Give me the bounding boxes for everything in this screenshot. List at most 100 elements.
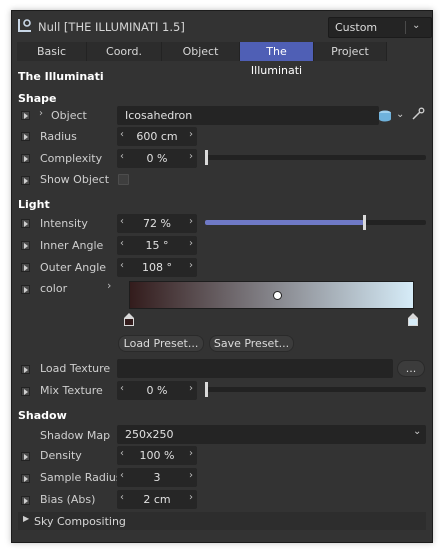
chevron-right-icon[interactable]: ›: [189, 448, 193, 459]
intensity-slider[interactable]: [205, 215, 426, 230]
slider-thumb[interactable]: [205, 150, 208, 165]
color-gradient[interactable]: [129, 281, 414, 309]
chevron-right-icon[interactable]: ›: [189, 383, 193, 394]
keyframe-icon[interactable]: [21, 285, 30, 294]
load-texture-label: Load Texture: [40, 362, 111, 375]
mix-texture-input[interactable]: ‹ 0 % ›: [117, 381, 197, 400]
sample-radius-input[interactable]: ‹ 3 ›: [117, 468, 197, 487]
bias-value: 2 cm: [143, 493, 171, 506]
chevron-right-icon[interactable]: ›: [189, 470, 193, 481]
keyframe-icon[interactable]: [21, 263, 30, 272]
density-label: Density: [40, 449, 82, 462]
keyframe-icon[interactable]: [21, 132, 30, 141]
radius-label: Radius: [40, 130, 77, 143]
inner-angle-input[interactable]: ‹ 15 ° ›: [117, 236, 197, 255]
tab-object[interactable]: Object: [162, 42, 240, 61]
slider-thumb[interactable]: [205, 382, 208, 397]
tab-project[interactable]: Project: [314, 42, 387, 61]
intensity-label: Intensity: [40, 217, 88, 230]
sky-compositing-group[interactable]: ▶ Sky Compositing: [18, 512, 426, 530]
picker-icon[interactable]: [411, 107, 425, 121]
chevron-right-icon[interactable]: ›: [189, 216, 193, 227]
inner-angle-value: 15 °: [145, 239, 169, 252]
gradient-start-knot[interactable]: [124, 313, 134, 326]
load-preset-button[interactable]: Load Preset...: [118, 335, 204, 352]
keyframe-icon[interactable]: [21, 154, 30, 163]
tab-bar: Basic Coord. Object The Illuminati Proje…: [17, 42, 387, 77]
complexity-input[interactable]: ‹ 0 % ›: [117, 149, 197, 168]
group-title: The Illuminati: [18, 70, 104, 83]
chevron-right-icon[interactable]: ›: [189, 492, 193, 503]
shadow-map-dropdown[interactable]: 250x250 ⌄: [117, 425, 426, 444]
sample-radius-label: Sample Radius: [40, 471, 122, 484]
keyframe-icon[interactable]: [21, 474, 30, 483]
show-object-label: Show Object: [40, 173, 110, 186]
slider-thumb[interactable]: [363, 215, 366, 230]
gradient-midpoint-handle[interactable]: [273, 291, 282, 300]
attribute-manager-panel: Null [THE ILLUMINATI 1.5] Custom ⌄ Basic…: [11, 10, 433, 543]
outer-angle-value: 108 °: [142, 261, 172, 274]
browse-button[interactable]: ...: [397, 360, 425, 377]
outer-angle-input[interactable]: ‹ 108 ° ›: [117, 258, 197, 277]
chevron-right-icon[interactable]: ›: [189, 129, 193, 140]
keyframe-icon[interactable]: [21, 176, 30, 185]
load-texture-field[interactable]: [117, 359, 393, 378]
tab-the-illuminati[interactable]: The Illuminati: [240, 42, 314, 77]
chevron-down-icon: ⌄: [413, 426, 422, 437]
shadow-heading: Shadow: [18, 409, 67, 422]
mix-texture-label: Mix Texture: [40, 384, 103, 397]
database-icon[interactable]: [378, 109, 392, 123]
intensity-input[interactable]: ‹ 72 % ›: [117, 214, 197, 233]
radius-input[interactable]: ‹ 600 cm ›: [117, 127, 197, 146]
triangle-right-icon: ▶: [23, 514, 30, 523]
null-object-icon: [18, 19, 31, 32]
slider-fill: [205, 220, 364, 225]
tab-coord[interactable]: Coord.: [87, 42, 162, 61]
chevron-right-icon[interactable]: ›: [107, 279, 111, 292]
chevron-right-icon[interactable]: ›: [189, 151, 193, 162]
keyframe-icon[interactable]: [21, 387, 30, 396]
chevron-right-icon[interactable]: ›: [189, 238, 193, 249]
keyframe-icon[interactable]: [21, 365, 30, 374]
preset-selected: Custom: [335, 21, 378, 34]
radius-value: 600 cm: [136, 130, 178, 143]
complexity-value: 0 %: [146, 152, 168, 165]
shape-heading: Shape: [18, 92, 57, 105]
shadow-map-label: Shadow Map: [40, 429, 111, 442]
sky-compositing-label: Sky Compositing: [34, 515, 126, 528]
outer-angle-label: Outer Angle: [40, 261, 107, 274]
density-value: 100 %: [139, 449, 175, 462]
density-input[interactable]: ‹ 100 % ›: [117, 446, 197, 465]
color-label: color: [40, 282, 68, 295]
keyframe-icon[interactable]: [21, 111, 30, 120]
light-heading: Light: [18, 198, 50, 211]
keyframe-icon[interactable]: [21, 241, 30, 250]
mix-texture-value: 0 %: [146, 384, 168, 397]
bias-label: Bias (Abs): [40, 493, 96, 506]
chevron-right-icon[interactable]: ›: [189, 260, 193, 271]
mix-texture-slider[interactable]: [205, 382, 426, 397]
intensity-value: 72 %: [143, 217, 171, 230]
bias-input[interactable]: ‹ 2 cm ›: [117, 490, 197, 509]
window-title: Null [THE ILLUMINATI 1.5]: [38, 20, 185, 34]
save-preset-button[interactable]: Save Preset...: [209, 335, 294, 352]
shadow-map-value: 250x250: [125, 428, 174, 441]
chevron-down-icon: ⌄: [412, 20, 421, 31]
sample-radius-value: 3: [153, 471, 161, 484]
keyframe-icon[interactable]: [21, 219, 30, 228]
preset-dropdown[interactable]: Custom ⌄: [328, 17, 432, 38]
complexity-slider[interactable]: [205, 150, 426, 165]
tab-basic[interactable]: Basic: [17, 42, 87, 61]
keyframe-icon[interactable]: [21, 496, 30, 505]
gradient-end-knot[interactable]: [408, 313, 418, 326]
object-label: Object: [51, 109, 87, 122]
preset-divider: [405, 21, 406, 34]
chevron-down-icon[interactable]: ⌄: [396, 109, 404, 120]
complexity-label: Complexity: [40, 152, 103, 165]
object-field[interactable]: Icosahedron: [117, 106, 379, 125]
show-object-checkbox[interactable]: [118, 174, 129, 185]
keyframe-icon[interactable]: [21, 452, 30, 461]
chevron-right-icon[interactable]: ›: [39, 108, 43, 119]
object-value: Icosahedron: [125, 109, 193, 122]
inner-angle-label: Inner Angle: [40, 239, 104, 252]
